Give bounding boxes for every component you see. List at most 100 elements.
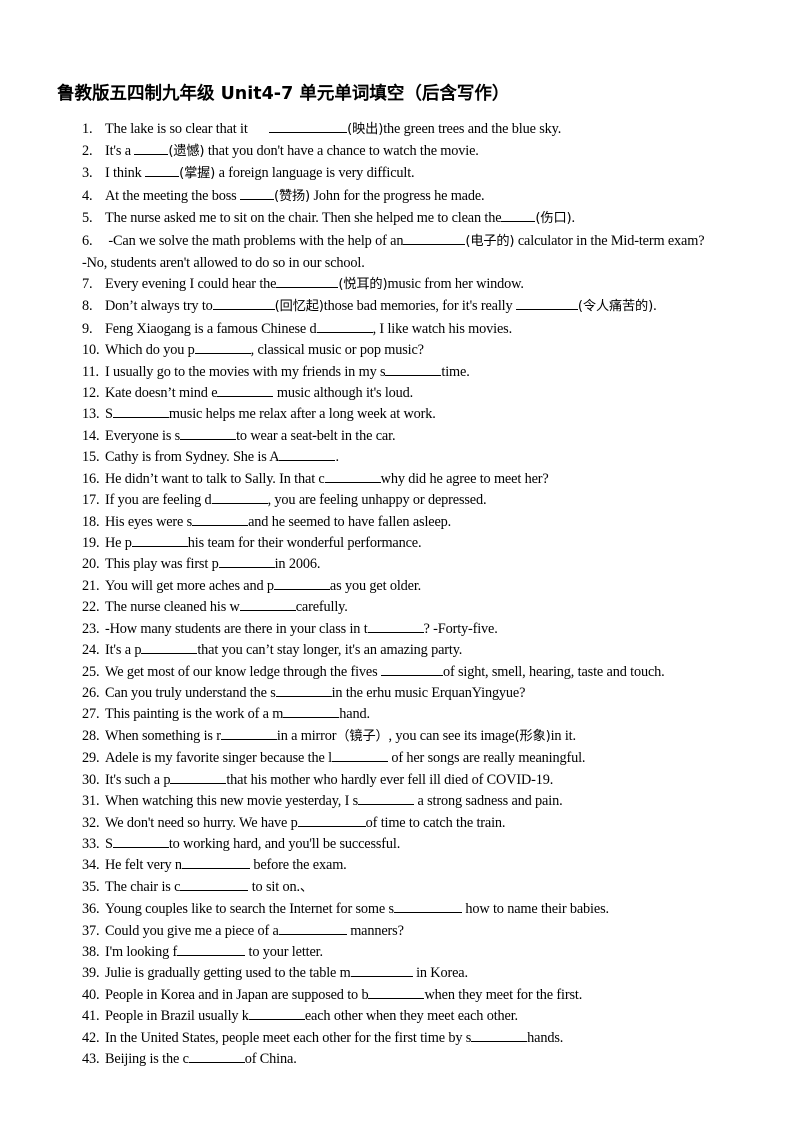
answer-blank[interactable] [276,273,339,288]
chinese-hint: (赞扬) [273,188,311,204]
answer-blank[interactable] [112,833,169,848]
question-line: 20. This play was first p in 2006. [40,554,780,575]
answer-blank[interactable] [180,425,237,440]
question-line: 18. His eyes were s and he seemed to have … [40,511,780,532]
question-line: 22. The nurse cleaned his w carefully. [40,597,780,618]
question-number: 12. [82,385,100,402]
question-text: Could you give me a piece of a manners? [105,923,404,939]
text-run: in 2006. [274,556,321,573]
answer-blank[interactable] [324,468,381,483]
question-line: 37. Could you give me a piece of a manner… [40,920,780,941]
answer-blank[interactable] [350,963,413,978]
question-line: 19. He p his team for their wonderful perf… [40,532,780,553]
question-line: 34. He felt very n before the exam. [40,855,780,876]
answer-blank[interactable] [380,661,443,676]
answer-blank[interactable] [275,682,332,697]
question-number: 13. [82,406,100,423]
answer-blank[interactable] [368,984,425,999]
answer-blank[interactable] [218,554,275,569]
answer-blank[interactable] [385,361,442,376]
answer-blank[interactable] [220,725,277,740]
answer-blank[interactable] [316,318,373,333]
question-line: 8. Don’t always try to (回忆起)those bad memo… [40,296,780,318]
answer-blank[interactable] [283,704,340,719]
question-number: 34. [82,857,100,874]
question-text: Can you truly understand the s in the erh… [105,685,525,701]
text-run: The lake is so clear that it [105,120,252,137]
answer-blank[interactable] [194,340,251,355]
answer-blank[interactable] [279,447,336,462]
answer-blank[interactable] [141,640,198,655]
text-run: This play was first p [105,556,219,573]
text-run: The nurse cleaned his w [105,599,240,616]
question-text: Feng Xiaogang is a famous Chinese d , I l… [105,321,512,337]
text-run: in a mirror [276,727,337,744]
question-number: 33. [82,835,100,852]
question-line: 9. Feng Xiaogang is a famous Chinese d , I… [40,318,780,339]
text-run: . [335,449,339,466]
answer-blank[interactable] [239,185,274,200]
answer-blank[interactable] [212,296,275,311]
text-run: of sight, smell, hearing, taste and touc… [442,663,665,680]
answer-blank[interactable] [239,597,296,612]
question-number: 9. [82,320,93,337]
answer-blank[interactable] [192,511,249,526]
text-run: hand. [339,706,370,723]
question-number: 10. [82,342,100,359]
question-number: 40. [82,986,100,1003]
text-run: Which do you p [105,342,195,359]
text-run: S [105,406,113,423]
answer-blank[interactable] [297,812,366,827]
answer-blank[interactable] [112,404,169,419]
text-run: Don’t always try to [105,298,213,315]
answer-blank[interactable] [181,855,250,870]
question-line: 10. Which do you p , classical music or po… [40,340,780,361]
question-text: Don’t always try to (回忆起)those bad memori… [105,298,657,314]
question-line: 16. He didn’t want to talk to Sally. In t… [40,468,780,489]
question-number: 5. [82,210,93,227]
text-run: He didn’t want to talk to Sally. In that… [105,470,325,487]
question-continuation: -No, students aren't allowed to do so in… [82,254,365,271]
answer-blank[interactable] [403,230,466,245]
answer-blank[interactable] [211,490,268,505]
answer-blank[interactable] [145,163,180,178]
text-run: when they meet for the first. [424,986,583,1003]
question-text: -Can we solve the math problems with the… [105,233,704,249]
text-run: , you can see its image [388,727,515,744]
answer-blank[interactable] [367,618,424,633]
question-text: Cathy is from Sydney. She is A. [105,449,339,465]
answer-blank[interactable] [273,575,330,590]
answer-blank[interactable] [248,1006,305,1021]
question-text: It's such a p that his mother who hardly … [105,772,553,788]
question-number: 38. [82,944,100,961]
answer-blank[interactable] [131,532,188,548]
question-line: 40. People in Korea and in Japan are supp… [40,984,780,1005]
answer-blank[interactable] [177,941,246,957]
answer-blank[interactable] [393,899,462,914]
answer-blank[interactable] [269,118,348,133]
answer-blank[interactable] [217,382,274,398]
answer-blank[interactable] [278,920,347,935]
answer-blank[interactable] [501,208,536,223]
text-run: in the erhu music ErquanYingyue? [331,684,526,701]
answer-blank[interactable] [471,1027,528,1042]
text-run: Adele is my favorite singer because the … [105,750,332,767]
text-run: The nurse asked me to sit on the chair. … [105,210,502,227]
text-run: S [105,835,113,852]
answer-blank[interactable] [515,296,578,311]
text-run: , you are feeling unhappy or depressed. [267,492,487,509]
answer-blank[interactable] [188,1049,245,1064]
text-run: This painting is the work of a m [105,706,284,723]
question-number: 14. [82,427,100,444]
text-run: People in Brazil usually k [105,1008,249,1025]
answer-blank[interactable] [358,791,415,806]
text-run: It's such a p [105,771,171,788]
text-run: Beijing is the c [105,1051,189,1068]
answer-blank[interactable] [170,769,227,784]
chinese-hint: (形象) [514,728,551,744]
answer-blank[interactable] [331,748,388,763]
text-run: each other when they meet each other. [304,1008,518,1025]
answer-blank[interactable] [180,876,249,891]
answer-blank[interactable] [134,140,169,155]
page-title: 鲁教版五四制九年级 Unit4-7 单元单词填空（后含写作） [57,84,510,104]
